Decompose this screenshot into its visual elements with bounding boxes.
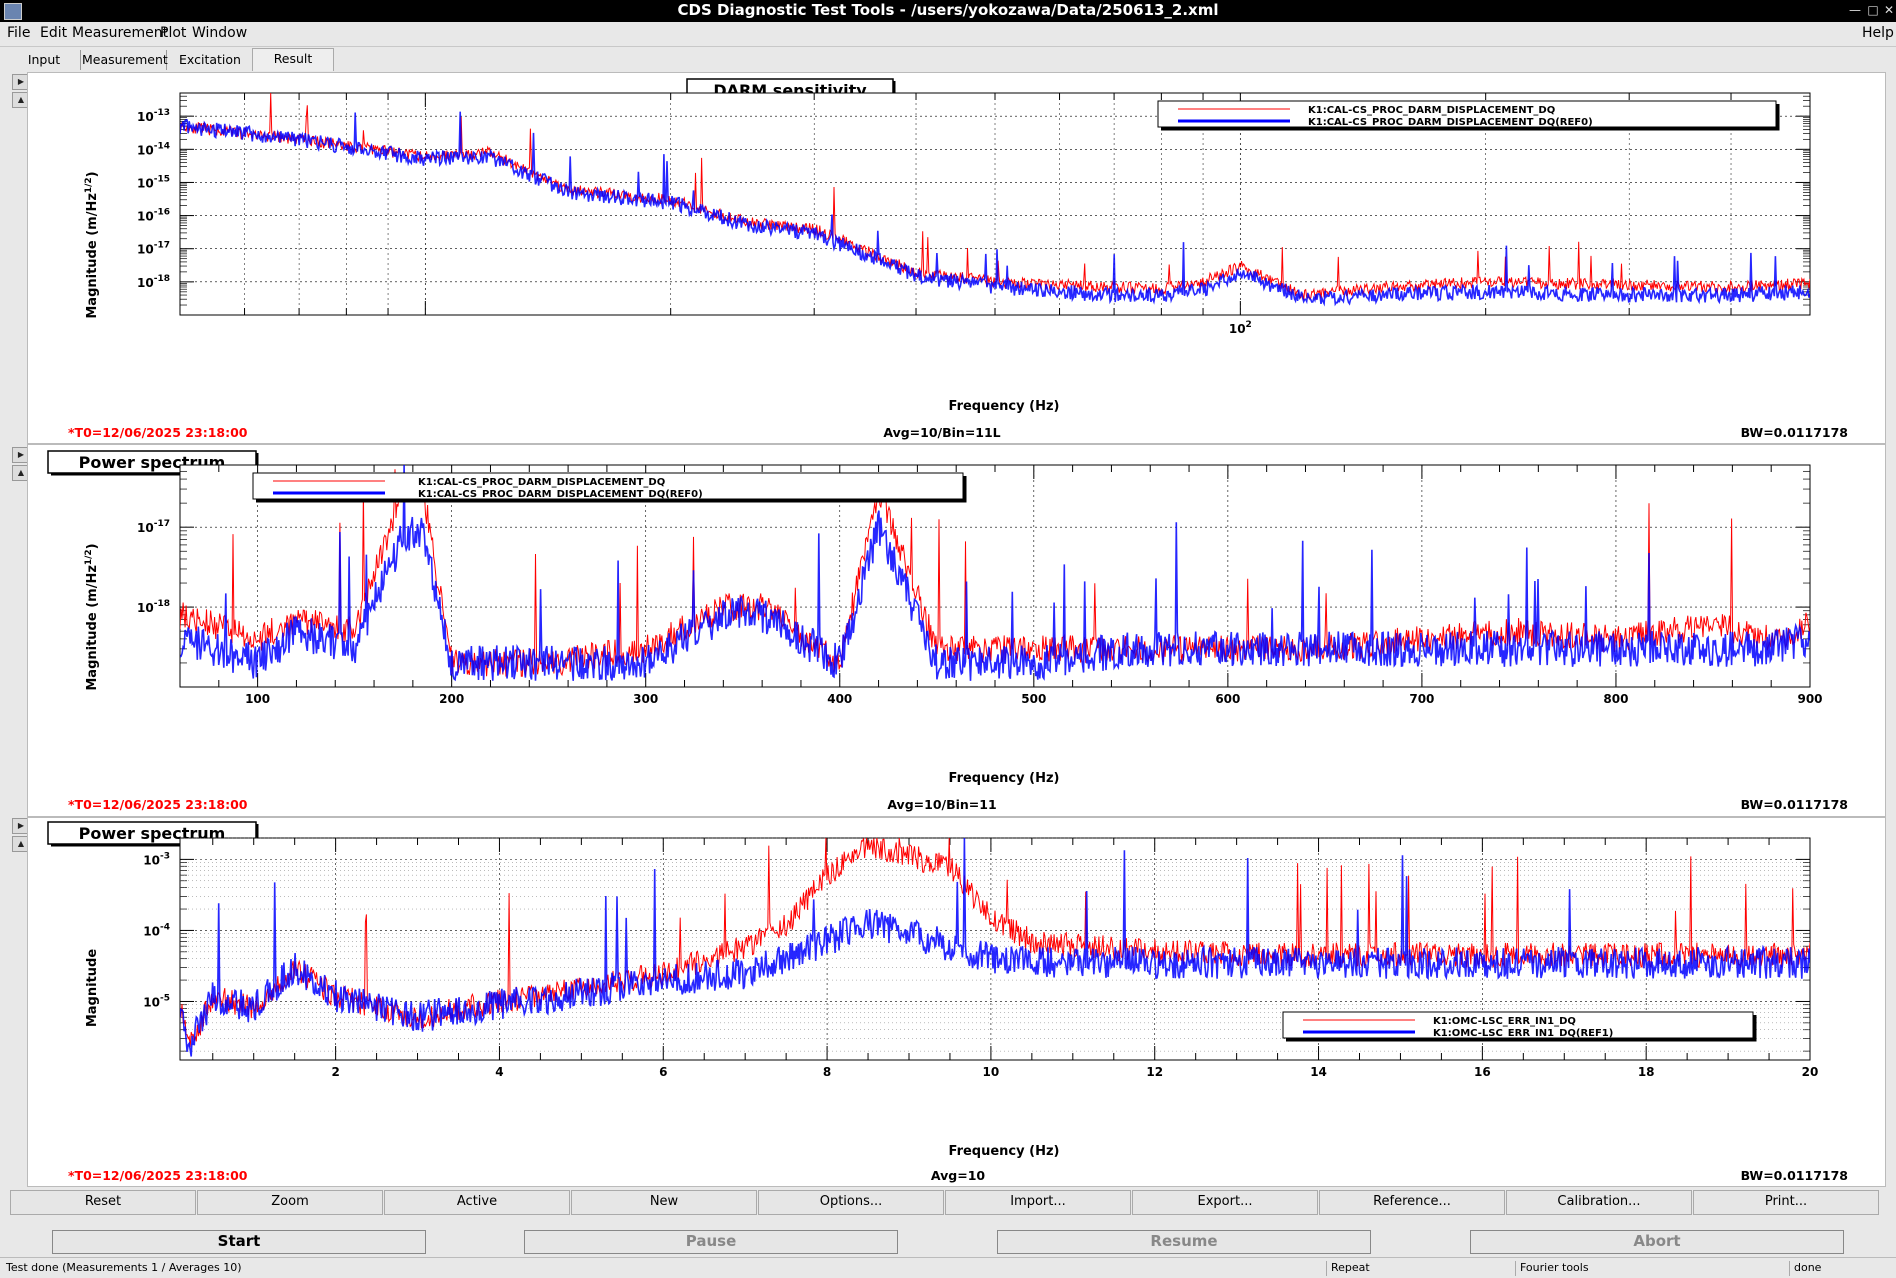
window-titlebar: CDS Diagnostic Test Tools - /users/yokoz…	[0, 0, 1896, 22]
status-fourier: Fourier tools	[1515, 1261, 1790, 1276]
bw-label: BW=0.0117178	[1741, 425, 1848, 440]
tab-excitation[interactable]: Excitation	[168, 50, 253, 70]
abort-button[interactable]: Abort	[1470, 1230, 1844, 1254]
plot-panel-3: Power spectrum 10-3 10-4 10-5 2 4 6 8 10 12 14 16 1…	[27, 817, 1886, 1187]
export-button[interactable]: Export...	[1132, 1190, 1318, 1215]
y-tick-label: 10-14	[137, 141, 170, 157]
bw-label: BW=0.0117178	[1741, 797, 1848, 812]
legend-entry: K1:CAL-CS_PROC_DARM_DISPLACEMENT_DQ	[418, 477, 665, 488]
legend-entry: K1:CAL-CS_PROC_DARM_DISPLACEMENT_DQ	[1308, 105, 1555, 116]
y-tick-label: 10-18	[137, 599, 170, 615]
x-tick-label: 600	[1215, 692, 1240, 706]
y-tick-label: 10-4	[143, 922, 170, 938]
status-repeat: Repeat	[1326, 1261, 1516, 1276]
x-tick-label: 10	[983, 1065, 1000, 1079]
resume-button[interactable]: Resume	[997, 1230, 1371, 1254]
legend-entry: K1:OMC-LSC_ERR_IN1_DQ	[1433, 1016, 1576, 1027]
reset-button[interactable]: Reset	[10, 1190, 196, 1215]
menu-help[interactable]: Help	[1862, 25, 1894, 41]
x-tick-label: 300	[633, 692, 658, 706]
legend-entry: K1:CAL-CS_PROC_DARM_DISPLACEMENT_DQ(REF0…	[418, 489, 703, 500]
x-tick-label: 20	[1802, 1065, 1819, 1079]
y-axis-label: Magnitude	[85, 949, 100, 1028]
menu-window[interactable]: Window	[192, 25, 247, 41]
darm-sensitivity-plot[interactable]: DARM sensitivity 10-1310-1410-1510-1610-…	[28, 73, 1885, 443]
t0-label: *T0=12/06/2025 23:18:00	[68, 797, 248, 812]
bw-label: BW=0.0117178	[1741, 1168, 1848, 1183]
menu-measurement[interactable]: Measurement	[72, 25, 168, 41]
y-tick-label: 10-3	[143, 851, 170, 867]
x-tick-label: 14	[1310, 1065, 1327, 1079]
print-button[interactable]: Print...	[1693, 1190, 1879, 1215]
status-bar: Test done (Measurements 1 / Averages 10)…	[0, 1257, 1896, 1278]
x-tick-label: 400	[827, 692, 852, 706]
avg-label: Avg=10/Bin=11L	[883, 425, 1000, 440]
plot-toolbar: Reset Zoom Active New Options... Import.…	[10, 1190, 1880, 1215]
new-button[interactable]: New	[571, 1190, 757, 1215]
x-axis-label: Frequency (Hz)	[949, 771, 1060, 786]
menu-plot[interactable]: Plot	[160, 25, 186, 41]
close-icon[interactable]: ✕	[1880, 0, 1896, 21]
y-tick-label: 10-15	[137, 174, 170, 190]
t0-label: *T0=12/06/2025 23:18:00	[68, 425, 248, 440]
y-tick-label: 10-13	[137, 108, 170, 124]
menubar: File Edit Measurement Plot Window Help	[0, 22, 1896, 47]
legend-entry: K1:CAL-CS_PROC_DARM_DISPLACEMENT_DQ(REF0…	[1308, 117, 1593, 128]
x-tick-label: 500	[1021, 692, 1046, 706]
x-tick-label: 200	[439, 692, 464, 706]
status-message: Test done (Measurements 1 / Averages 10)	[6, 1261, 242, 1274]
pause-button[interactable]: Pause	[524, 1230, 898, 1254]
y-tick-label: 10-18	[137, 274, 170, 290]
reference-button[interactable]: Reference...	[1319, 1190, 1505, 1215]
x-axis-label: Frequency (Hz)	[949, 399, 1060, 414]
tab-input[interactable]: Input	[8, 50, 81, 70]
t0-label: *T0=12/06/2025 23:18:00	[68, 1168, 248, 1183]
x-tick-label: 900	[1797, 692, 1822, 706]
window-title: CDS Diagnostic Test Tools - /users/yokoz…	[677, 1, 1219, 19]
x-tick-label: 700	[1409, 692, 1434, 706]
x-tick-label: 12	[1146, 1065, 1163, 1079]
avg-label: Avg=10/Bin=11	[887, 797, 996, 812]
minimize-icon[interactable]: —	[1846, 0, 1864, 21]
x-tick-label: 102	[1229, 320, 1252, 336]
x-axis-label: Frequency (Hz)	[949, 1144, 1060, 1159]
x-tick-label: 2	[331, 1065, 339, 1079]
y-tick-label: 10-17	[137, 519, 170, 535]
tab-measurement[interactable]: Measurement	[82, 50, 168, 70]
power-spectrum-plot-2[interactable]: Power spectrum 10-310-410-52 4 6 8 10 12 14 16 1…	[28, 818, 1885, 1186]
y-axis-label: Magnitude (m/Hz1/2)	[84, 171, 100, 318]
status-state: done	[1789, 1261, 1894, 1276]
x-tick-label: 4	[495, 1065, 503, 1079]
x-tick-label: 8	[823, 1065, 831, 1079]
y-axis-label: Magnitude (m/Hz1/2)	[84, 543, 100, 690]
start-button[interactable]: Start	[52, 1230, 426, 1254]
zoom-button[interactable]: Zoom	[197, 1190, 383, 1215]
tab-result[interactable]: Result	[252, 48, 334, 71]
plot-panel-1: DARM sensitivity 10-13 10-14 10-15 10-16 10-…	[27, 72, 1886, 444]
power-spectrum-plot-1[interactable]: Power spectrum 10-1710-18100 200 300 400 500…	[28, 445, 1885, 816]
active-button[interactable]: Active	[384, 1190, 570, 1215]
avg-label: Avg=10	[931, 1168, 985, 1183]
x-tick-label: 18	[1638, 1065, 1655, 1079]
menu-edit[interactable]: Edit	[40, 25, 67, 41]
import-button[interactable]: Import...	[945, 1190, 1131, 1215]
plot-panel-2: Power spectrum 10-17 10-18 100 200 300 400 500…	[27, 444, 1886, 817]
x-tick-label: 16	[1474, 1065, 1491, 1079]
x-tick-label: 100	[245, 692, 270, 706]
options-button[interactable]: Options...	[758, 1190, 944, 1215]
x-tick-label: 6	[659, 1065, 667, 1079]
calibration-button[interactable]: Calibration...	[1506, 1190, 1692, 1215]
legend-entry: K1:OMC-LSC_ERR_IN1_DQ(REF1)	[1433, 1028, 1613, 1039]
app-icon	[4, 3, 22, 20]
y-tick-label: 10-16	[137, 208, 170, 224]
y-tick-label: 10-17	[137, 241, 170, 257]
x-tick-label: 800	[1603, 692, 1628, 706]
y-tick-label: 10-5	[143, 993, 170, 1009]
menu-file[interactable]: File	[7, 25, 30, 41]
tab-bar: Input Measurement Excitation Result	[0, 47, 1896, 71]
